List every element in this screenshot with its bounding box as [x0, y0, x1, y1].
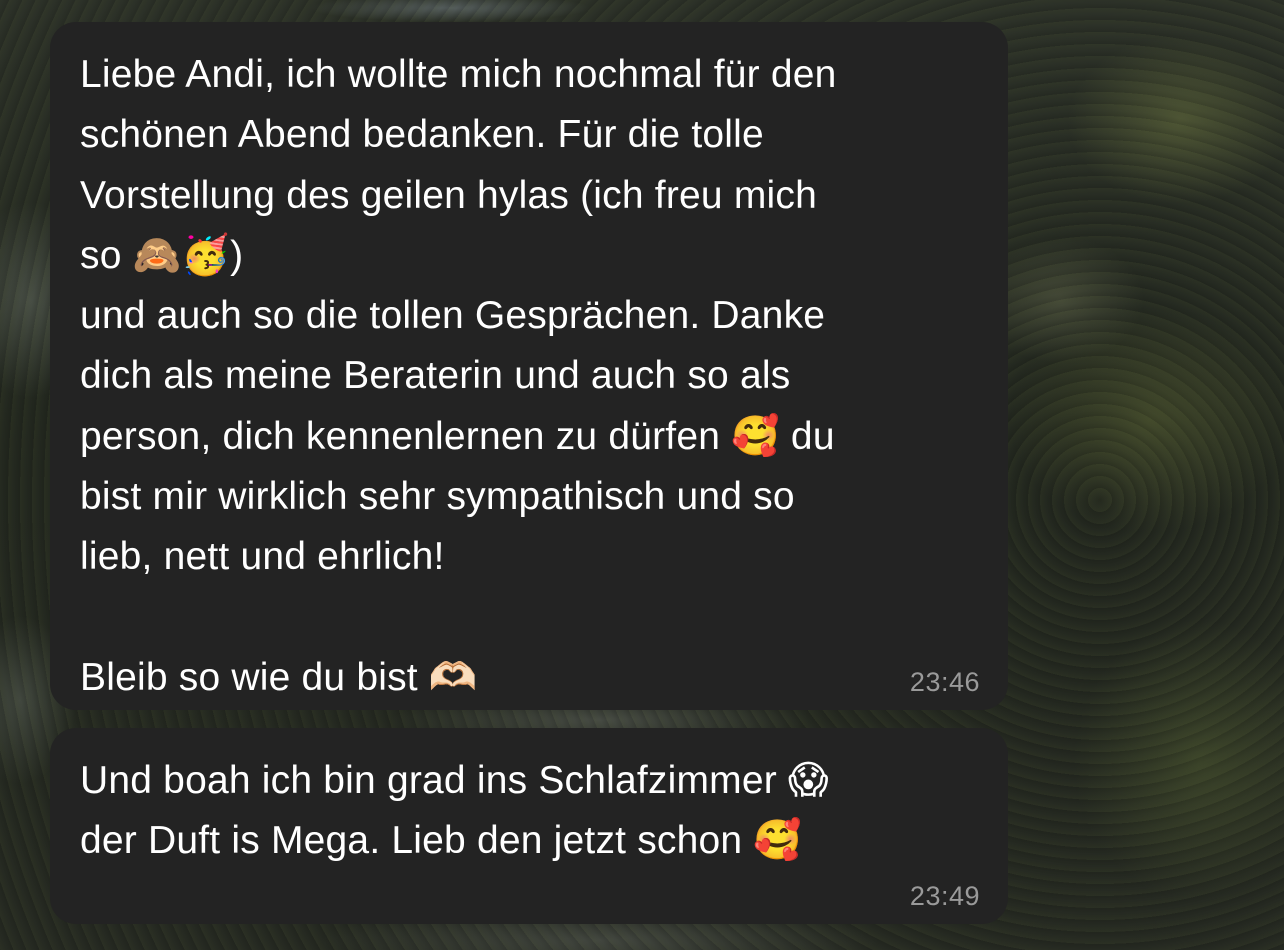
message-text: Und boah ich bin grad ins Schlafzimmer 😱… — [80, 759, 829, 863]
message-bubble[interactable]: Und boah ich bin grad ins Schlafzimmer 😱… — [50, 728, 1008, 924]
message-timestamp: 23:46 — [909, 667, 980, 697]
message-text: Liebe Andi, ich wollte mich nochmal für … — [80, 53, 837, 699]
message-bubble[interactable]: Liebe Andi, ich wollte mich nochmal für … — [50, 22, 1008, 710]
message-timestamp: 23:49 — [909, 881, 980, 911]
